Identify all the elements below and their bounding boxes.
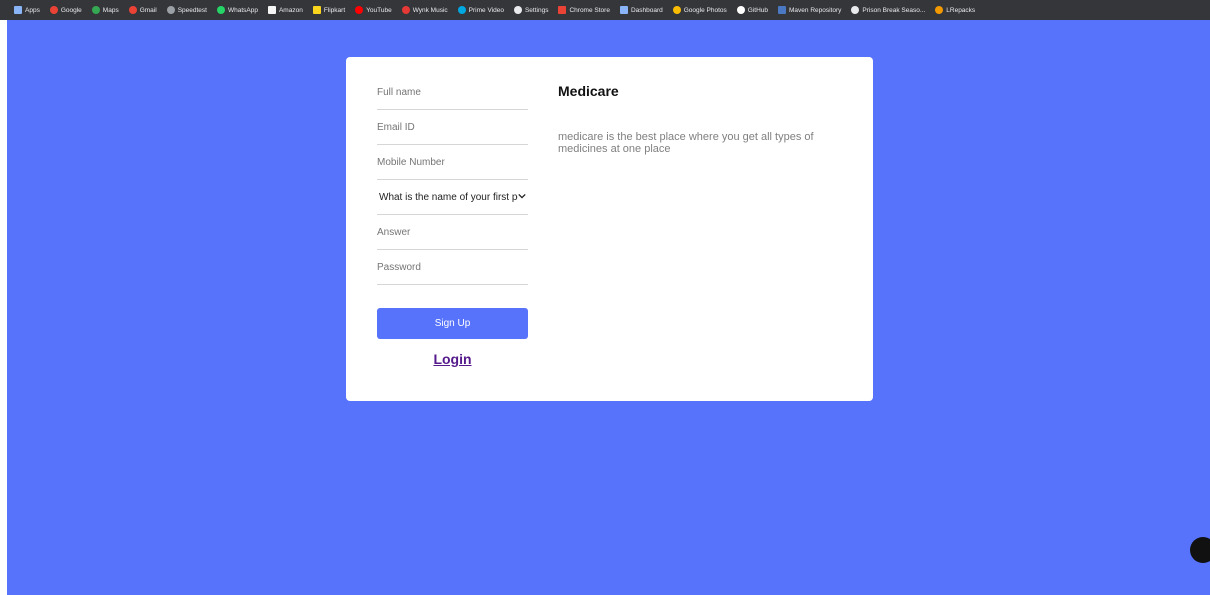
bookmark-item[interactable]: Amazon (267, 6, 303, 14)
brand-description: medicare is the best place where you get… (558, 131, 814, 155)
google-photos-icon (672, 6, 681, 14)
bookmark-label: WhatsApp (227, 6, 258, 14)
full-name-field-wrapper (377, 75, 528, 110)
bookmark-label: Chrome Store (569, 6, 610, 14)
youtube-icon (355, 6, 364, 14)
bookmark-item[interactable]: Speedtest (166, 6, 207, 14)
bookmark-item[interactable]: Wynk Music (401, 6, 448, 14)
bookmark-item[interactable]: Maven Repository (778, 6, 841, 14)
bookmark-label: Amazon (278, 6, 303, 14)
security-question-wrapper: What is the name of your first pet? (377, 180, 528, 215)
security-question-select[interactable]: What is the name of your first pet? (377, 180, 528, 214)
password-input[interactable] (377, 250, 528, 284)
mobile-input[interactable] (377, 145, 528, 179)
bookmark-item[interactable]: Google (49, 6, 82, 14)
bookmark-item[interactable]: Flipkart (312, 6, 346, 14)
bookmark-label: Prison Break Seaso... (862, 6, 926, 14)
signup-button[interactable]: Sign Up (377, 308, 528, 339)
full-name-input[interactable] (377, 75, 528, 109)
bookmark-label: Wynk Music (412, 6, 448, 14)
bookmark-item[interactable]: Chrome Store (558, 6, 610, 14)
bookmark-label: Maven Repository (789, 6, 842, 14)
signup-form: What is the name of your first pet? (377, 75, 528, 285)
bookmark-item[interactable]: Prison Break Seaso... (851, 6, 925, 14)
maps-pin-icon (91, 6, 100, 14)
flipkart-icon (312, 6, 321, 14)
bookmark-label: Gmail (139, 6, 157, 14)
wordpress-icon (851, 6, 860, 14)
security-question-value: What is the name of your first pet? (379, 191, 518, 203)
whatsapp-icon (216, 6, 225, 14)
answer-input[interactable] (377, 215, 528, 249)
bookmark-label: Settings (524, 6, 549, 14)
bookmark-label: Google Photos (683, 6, 727, 14)
dashboard-icon (619, 6, 628, 14)
bookmark-item[interactable]: Maps (91, 6, 119, 14)
maven-icon (778, 6, 786, 14)
bookmark-label: Flipkart (323, 6, 346, 14)
email-input[interactable] (377, 110, 528, 144)
floating-action-button[interactable] (1190, 537, 1210, 563)
bookmark-label: YouTube (366, 6, 392, 14)
bookmark-item[interactable]: Gmail (128, 6, 157, 14)
gmail-icon (128, 6, 137, 14)
bookmark-label: Google (60, 6, 82, 14)
bookmark-label: Dashboard (630, 6, 663, 14)
password-field-wrapper (377, 250, 528, 285)
github-icon (736, 6, 745, 14)
bookmark-label: Maps (102, 6, 119, 14)
amazon-icon (267, 6, 276, 14)
bookmark-item[interactable]: Apps (14, 6, 40, 14)
brand-title: Medicare (558, 83, 619, 99)
signup-card: What is the name of your first pet? Sign… (346, 57, 873, 401)
wynk-icon (401, 6, 410, 14)
mobile-field-wrapper (377, 145, 528, 180)
google-icon (49, 6, 58, 14)
bookmarks-bar: Apps Google Maps Gmail Speedtest WhatsApp Amaz… (0, 0, 1210, 20)
lrepacks-icon (935, 6, 944, 14)
answer-field-wrapper (377, 215, 528, 250)
bookmark-item[interactable]: Prime Video (457, 6, 504, 14)
prime-video-icon (457, 6, 466, 14)
bookmark-label: Apps (25, 6, 40, 14)
apps-grid-icon (14, 6, 22, 14)
bookmark-item[interactable]: Settings (513, 6, 549, 14)
login-link[interactable]: Login (377, 351, 528, 367)
chrome-store-icon (558, 6, 567, 14)
bookmark-item[interactable]: WhatsApp (216, 6, 258, 14)
bookmark-item[interactable]: LRepacks (935, 6, 975, 14)
email-field-wrapper (377, 110, 528, 145)
gear-icon (513, 6, 522, 14)
bookmark-item[interactable]: Google Photos (672, 6, 727, 14)
bookmark-label: Prime Video (468, 6, 504, 14)
bookmark-label: Speedtest (177, 6, 207, 14)
bookmark-label: LRepacks (946, 6, 976, 14)
speedtest-icon (166, 6, 175, 14)
bookmark-label: GitHub (747, 6, 768, 14)
bookmark-item[interactable]: YouTube (355, 6, 392, 14)
bookmark-item[interactable]: Dashboard (619, 6, 663, 14)
bookmark-item[interactable]: GitHub (736, 6, 768, 14)
page-background: What is the name of your first pet? Sign… (7, 20, 1210, 595)
chevron-down-icon (518, 193, 526, 199)
